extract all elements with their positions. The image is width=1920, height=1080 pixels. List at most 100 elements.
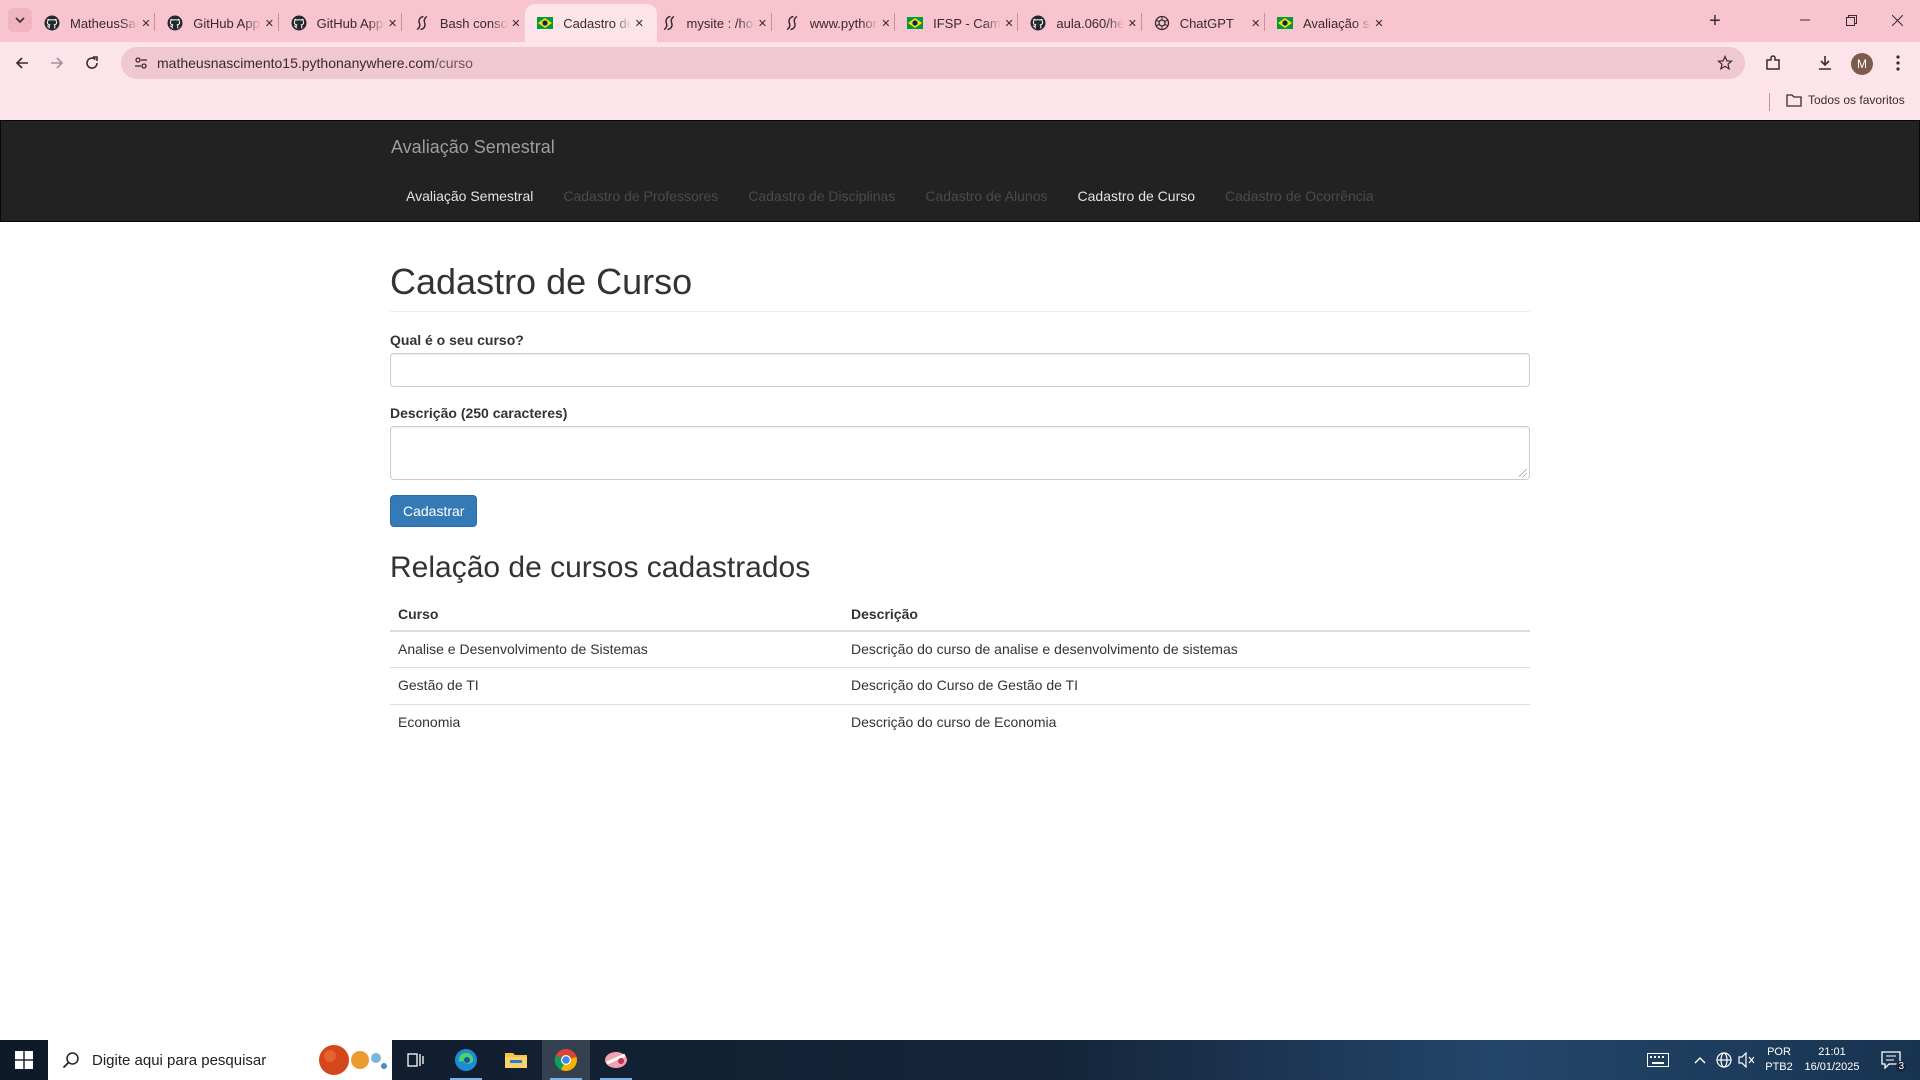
brazil-flag-icon [1277, 15, 1293, 31]
chrome-icon [554, 1049, 577, 1071]
notification-center-button[interactable]: 3 [1876, 1050, 1906, 1072]
minimize-button[interactable] [1782, 0, 1828, 40]
close-tab-icon[interactable]: ✕ [755, 15, 771, 31]
chevron-up-icon[interactable] [1690, 1050, 1710, 1070]
close-tab-icon[interactable]: ✕ [1001, 15, 1017, 31]
github-icon [44, 15, 60, 31]
brazil-flag-icon [537, 15, 554, 31]
course-input[interactable] [390, 352, 1530, 387]
close-tab-icon[interactable]: ✕ [1124, 15, 1140, 31]
network-globe-icon[interactable] [1714, 1050, 1734, 1070]
navbar-brand[interactable]: Avaliação Semestral [391, 137, 555, 158]
all-bookmarks-button[interactable]: Todos os favoritos [1786, 93, 1905, 107]
profile-avatar[interactable]: M [1851, 53, 1873, 75]
browser-tab[interactable]: IFSP - Campus✕ [895, 4, 1027, 42]
close-window-button[interactable] [1874, 0, 1920, 40]
keyboard-icon[interactable] [1646, 1050, 1670, 1070]
chatgpt-icon [1154, 15, 1170, 31]
forward-button[interactable] [43, 49, 71, 77]
tab-title: www.pythonanywhere [809, 15, 878, 31]
taskbar-search-box[interactable]: Digite aqui para pesquisar [48, 1040, 392, 1080]
pythonanywhere-icon [661, 15, 677, 31]
submit-button[interactable]: Cadastrar [390, 494, 478, 527]
new-tab-button[interactable]: + [1703, 9, 1727, 33]
browser-tab[interactable]: ChatGPT ✕ [1142, 4, 1274, 42]
browser-tab[interactable]: MatheusSantos✕ [32, 4, 164, 42]
close-tab-icon[interactable]: ✕ [508, 15, 524, 31]
column-header-course: Curso [390, 597, 843, 632]
close-tab-icon[interactable]: ✕ [385, 15, 401, 31]
back-button[interactable] [8, 49, 36, 77]
nav-link[interactable]: Cadastro de Professores [548, 173, 733, 219]
description-textarea[interactable] [390, 425, 1530, 480]
browser-tab[interactable]: aula.060/hello✕ [1018, 4, 1150, 42]
page-viewport: Avaliação Semestral Avaliação Semestral C… [0, 120, 1920, 1040]
tab-title: ChatGPT [1179, 15, 1234, 31]
close-tab-icon[interactable]: ✕ [631, 15, 647, 31]
reload-icon [86, 56, 98, 69]
table-row: Gestão de TI Descrição do Curso de Gestão… [390, 667, 1530, 705]
courses-table: Curso Descrição Analise e Desenvolviment… [390, 597, 1530, 742]
browser-tab[interactable]: Cadastro de Curso✕ [525, 4, 658, 42]
windows-taskbar: Digite aqui para pesquisar POR PTB2 21:0… [0, 1040, 1920, 1080]
tab-search-button[interactable] [8, 8, 32, 32]
menu-kebab-icon[interactable] [1886, 51, 1910, 75]
browser-tab[interactable]: Bash console 3✕ [402, 4, 534, 42]
clock[interactable]: 21:01 16/01/2025 [1796, 1045, 1868, 1075]
url-text: matheusnascimento15.pythonanywhere.com/c… [157, 55, 473, 71]
nav-link[interactable]: Cadastro de Disciplinas [733, 173, 910, 219]
tab-title: mysite : /home [686, 15, 755, 31]
reload-button[interactable] [78, 49, 106, 77]
taskbar-edge[interactable] [442, 1040, 490, 1080]
close-tab-icon[interactable]: ✕ [1371, 15, 1387, 31]
description-label: Descrição (250 caracteres) [390, 404, 568, 421]
browser-tab[interactable]: Avaliação semestral✕ [1265, 4, 1397, 42]
nav-link[interactable]: Cadastro de Curso [1063, 173, 1211, 219]
start-button[interactable] [0, 1040, 48, 1080]
taskbar-chrome[interactable] [542, 1040, 590, 1080]
download-icon[interactable] [1813, 51, 1837, 75]
site-info-icon[interactable] [131, 53, 151, 73]
courses-list-title: Relação de cursos cadastrados [390, 550, 811, 584]
app-icon [605, 1052, 627, 1068]
github-icon [1030, 15, 1046, 31]
browser-tab[interactable]: mysite : /home✕ [649, 4, 781, 42]
tab-title: Avaliação semestral [1303, 15, 1371, 31]
cell-description: Descrição do Curso de Gestão de TI [843, 667, 1530, 705]
browser-tab[interactable]: GitHub Apps ✕ [279, 4, 411, 42]
nav-link[interactable]: Cadastro de Ocorrência [1210, 173, 1389, 219]
address-bar[interactable]: matheusnascimento15.pythonanywhere.com/c… [121, 47, 1745, 79]
tab-title: GitHub Apps [316, 15, 385, 31]
cell-course: Analise e Desenvolvimento de Sistemas [390, 630, 843, 668]
taskbar-app-pink[interactable] [592, 1040, 640, 1080]
bookmark-star-icon[interactable] [1715, 53, 1735, 73]
column-header-description: Descrição [843, 597, 1530, 632]
table-row: Economia Descrição do curso de Economia [390, 704, 1530, 742]
resize-grip-icon[interactable] [1519, 468, 1527, 477]
nav-link[interactable]: Avaliação Semestral [391, 173, 548, 219]
browser-tab[interactable]: GitHub Apps ✕ [155, 4, 287, 42]
nav-link[interactable]: Cadastro de Alunos [910, 173, 1062, 219]
folder-icon [1786, 93, 1802, 107]
pythonanywhere-icon [784, 15, 800, 31]
tab-title: MatheusSantos [70, 15, 138, 31]
tab-strip: MatheusSantos✕GitHub Apps✕GitHub Apps✕Ba… [0, 0, 1920, 42]
github-icon [291, 15, 307, 31]
close-tab-icon[interactable]: ✕ [1248, 15, 1264, 31]
taskbar-file-explorer[interactable] [492, 1040, 540, 1080]
brazil-flag-icon [907, 15, 924, 31]
input-language[interactable]: POR PTB2 [1762, 1045, 1796, 1075]
restore-button[interactable] [1828, 0, 1874, 40]
close-tab-icon[interactable]: ✕ [138, 15, 154, 31]
extensions-icon[interactable] [1761, 51, 1785, 75]
close-tab-icon[interactable]: ✕ [878, 15, 894, 31]
chevron-down-icon [15, 17, 25, 24]
windows-logo-icon [15, 1051, 33, 1069]
volume-muted-icon[interactable] [1737, 1050, 1757, 1070]
task-view-button[interactable] [392, 1040, 440, 1080]
browser-tab[interactable]: www.pythonanywhere✕ [772, 4, 904, 42]
close-tab-icon[interactable]: ✕ [261, 15, 277, 31]
arrow-right-icon [51, 57, 64, 69]
cell-course: Economia [390, 704, 843, 742]
browser-toolbar: matheusnascimento15.pythonanywhere.com/c… [0, 42, 1920, 84]
